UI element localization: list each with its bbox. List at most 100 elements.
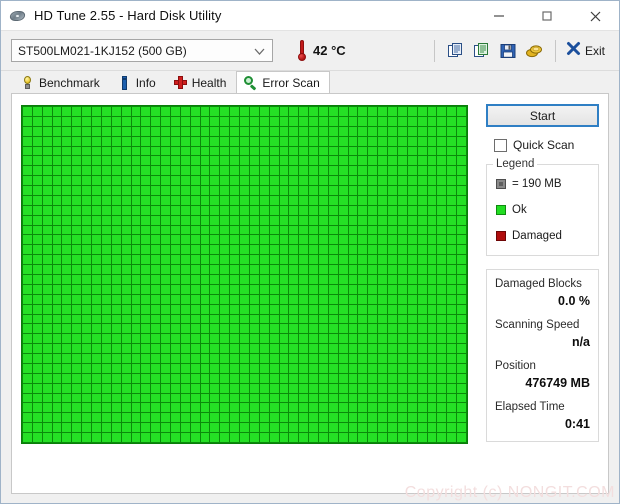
quick-scan-row[interactable]: Quick Scan [486, 138, 599, 152]
block-cell [43, 295, 52, 304]
drive-select[interactable]: ST500LM021-1KJ152 (500 GB) [11, 39, 273, 62]
block-cell [457, 354, 466, 363]
block-cell [270, 186, 279, 195]
block-cell [408, 166, 417, 175]
block-cell [132, 245, 141, 254]
coins-icon[interactable] [521, 38, 547, 64]
block-cell [388, 394, 397, 403]
block-cell [349, 295, 358, 304]
block-cell [368, 403, 377, 412]
start-button[interactable]: Start [486, 104, 599, 127]
block-cell [437, 117, 446, 126]
block-cell [408, 413, 417, 422]
block-cell [447, 305, 456, 314]
tab-info[interactable]: Info [110, 72, 166, 93]
close-icon[interactable] [571, 1, 619, 31]
block-cell [201, 255, 210, 264]
exit-button[interactable]: Exit [564, 41, 609, 61]
block-cell [280, 255, 289, 264]
block-cell [329, 324, 338, 333]
tab-benchmark[interactable]: Benchmark [13, 72, 110, 93]
block-cell [289, 147, 298, 156]
block-cell [201, 433, 210, 442]
block-cell [329, 107, 338, 116]
block-cell [151, 275, 160, 284]
tab-error-scan[interactable]: Error Scan [236, 71, 329, 93]
block-cell [62, 394, 71, 403]
block-cell [191, 413, 200, 422]
hard-disk-icon [9, 8, 27, 24]
block-cell [33, 235, 42, 244]
block-cell [191, 265, 200, 274]
block-cell [72, 374, 81, 383]
block-cell [319, 117, 328, 126]
block-cell [151, 324, 160, 333]
tab-health[interactable]: Health [166, 72, 237, 93]
block-cell [62, 423, 71, 432]
block-cell [112, 413, 121, 422]
block-cell [418, 344, 427, 353]
block-cell [329, 226, 338, 235]
block-cell [112, 334, 121, 343]
block-cell [378, 206, 387, 215]
toolbar-actions: Exit [426, 38, 609, 64]
block-cell [368, 374, 377, 383]
block-cell [280, 354, 289, 363]
block-cell [299, 354, 308, 363]
block-cell [92, 117, 101, 126]
block-cell [358, 295, 367, 304]
save-floppy-icon[interactable] [495, 38, 521, 64]
block-cell [220, 423, 229, 432]
block-cell [72, 334, 81, 343]
block-cell [161, 305, 170, 314]
quick-scan-checkbox[interactable] [494, 139, 507, 152]
block-cell [299, 127, 308, 136]
block-cell [289, 137, 298, 146]
block-cell [260, 255, 269, 264]
block-cell [33, 374, 42, 383]
block-cell [418, 295, 427, 304]
block-cell [398, 255, 407, 264]
block-cell [457, 265, 466, 274]
block-map[interactable] [21, 105, 468, 444]
block-cell [132, 127, 141, 136]
block-cell [437, 186, 446, 195]
block-cell [132, 255, 141, 264]
block-cell [210, 305, 219, 314]
block-cell [368, 206, 377, 215]
block-cell [132, 285, 141, 294]
block-cell [437, 216, 446, 225]
block-cell [368, 354, 377, 363]
block-cell [437, 245, 446, 254]
block-cell [201, 334, 210, 343]
block-cell [181, 275, 190, 284]
block-cell [122, 433, 131, 442]
block-cell [437, 137, 446, 146]
block-cell [141, 423, 150, 432]
copy-icon[interactable] [443, 38, 469, 64]
block-cell [82, 324, 91, 333]
block-cell [457, 423, 466, 432]
block-cell [398, 176, 407, 185]
block-cell [339, 196, 348, 205]
block-cell [122, 364, 131, 373]
block-cell [447, 285, 456, 294]
block-cell [339, 107, 348, 116]
copy-green-icon[interactable] [469, 38, 495, 64]
maximize-icon[interactable] [523, 1, 571, 31]
block-cell [260, 147, 269, 156]
block-cell [388, 334, 397, 343]
block-cell [319, 206, 328, 215]
block-cell [132, 374, 141, 383]
block-cell [43, 344, 52, 353]
block-cell [220, 196, 229, 205]
block-cell [220, 315, 229, 324]
block-cell [161, 156, 170, 165]
block-cell [53, 324, 62, 333]
block-cell [437, 265, 446, 274]
minimize-icon[interactable] [475, 1, 523, 31]
block-cell [122, 275, 131, 284]
block-cell [437, 156, 446, 165]
block-cell [329, 127, 338, 136]
block-cell [398, 147, 407, 156]
